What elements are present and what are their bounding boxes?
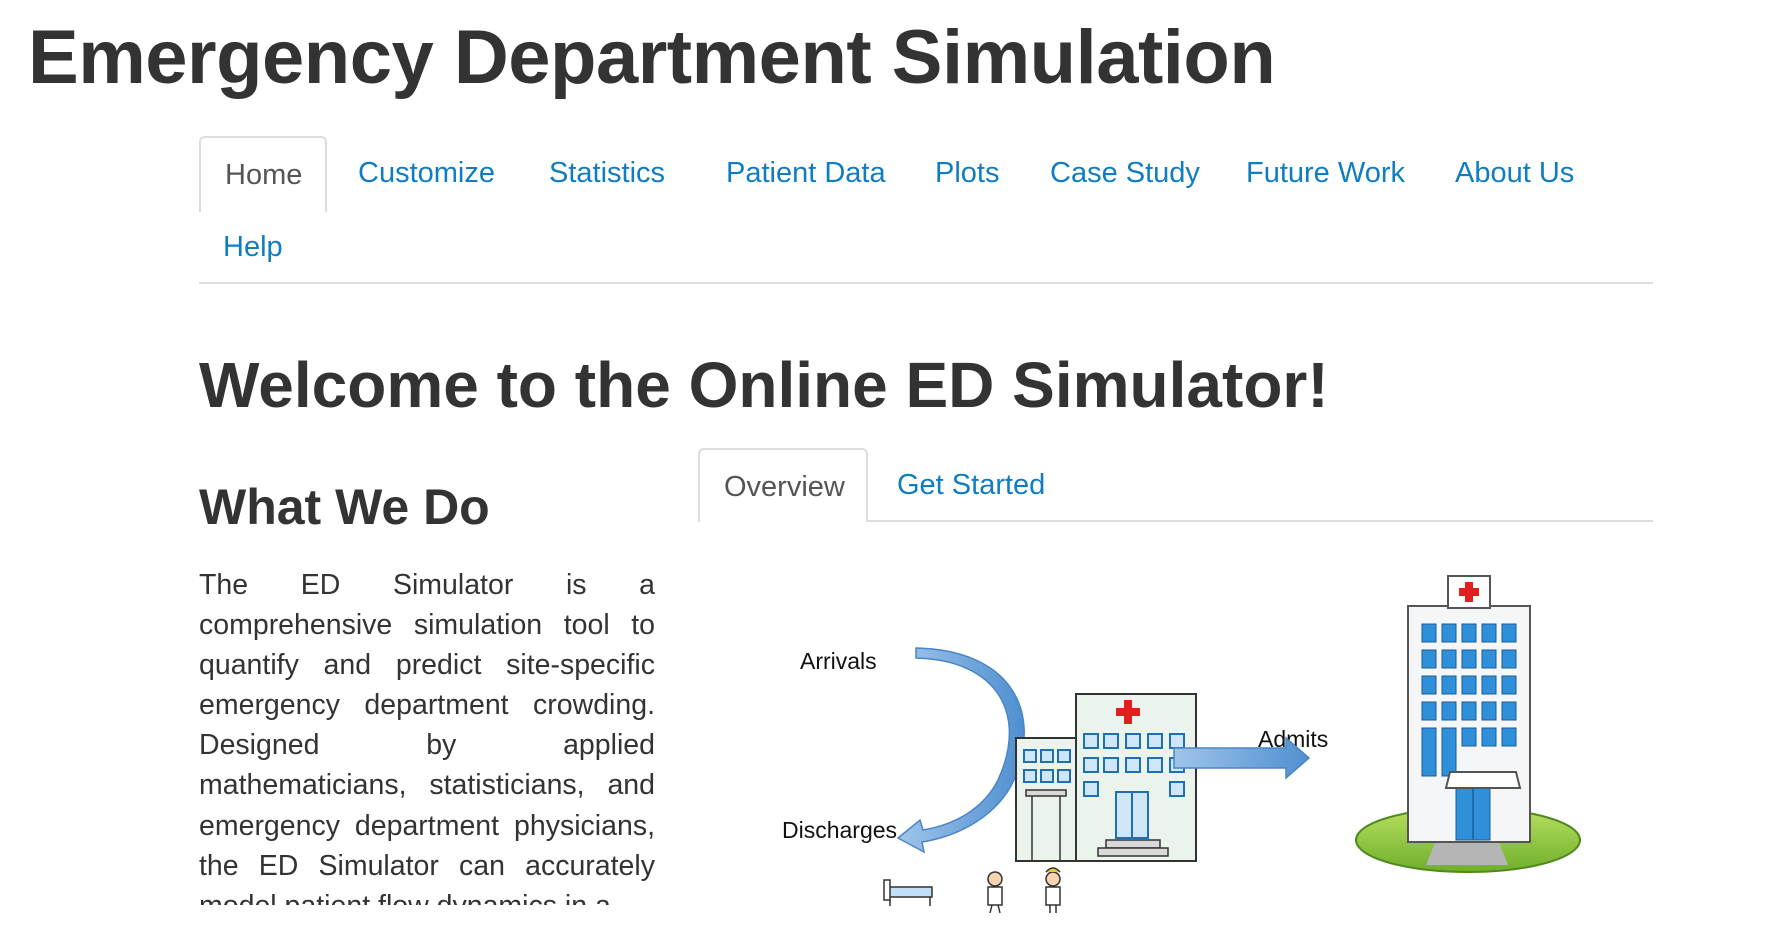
tab-case-study[interactable]: Case Study: [1026, 136, 1224, 210]
tab-patient-data[interactable]: Patient Data: [702, 136, 910, 210]
what-we-do-heading: What We Do: [199, 479, 490, 535]
description-text: The ED Simulator is a comprehensive simu…: [199, 569, 655, 905]
curved-flow-arrow-icon: [896, 647, 1025, 854]
welcome-heading: Welcome to the Online ED Simulator!: [199, 349, 1329, 421]
app-title: Emergency Department Simulation: [28, 15, 1276, 100]
tab-about-us[interactable]: About Us: [1431, 136, 1598, 210]
doctor-icon: [987, 871, 1003, 914]
description-container: The ED Simulator is a comprehensive simu…: [199, 565, 655, 905]
tab-overview[interactable]: Overview: [698, 448, 868, 522]
large-hospital-icon: [1355, 575, 1581, 873]
tab-customize[interactable]: Customize: [334, 136, 519, 210]
tab-plots[interactable]: Plots: [911, 136, 1023, 210]
tab-statistics[interactable]: Statistics: [525, 136, 689, 210]
bed-icon: [883, 879, 933, 906]
tab-future-work[interactable]: Future Work: [1222, 136, 1429, 210]
tab-get-started[interactable]: Get Started: [873, 448, 1069, 522]
nurse-icon: [1045, 867, 1061, 913]
main-nav: Home Customize Statistics Patient Data P…: [199, 134, 1653, 284]
small-hospital-icon: [1015, 693, 1197, 862]
tab-help[interactable]: Help: [199, 210, 307, 284]
discharges-label: Discharges: [782, 817, 897, 843]
arrivals-label: Arrivals: [800, 648, 877, 674]
tab-home[interactable]: Home: [199, 136, 327, 212]
ed-flow-diagram: Arrivals Discharges Admits: [782, 575, 1581, 914]
overview-subnav: Overview Get Started: [698, 446, 1653, 522]
